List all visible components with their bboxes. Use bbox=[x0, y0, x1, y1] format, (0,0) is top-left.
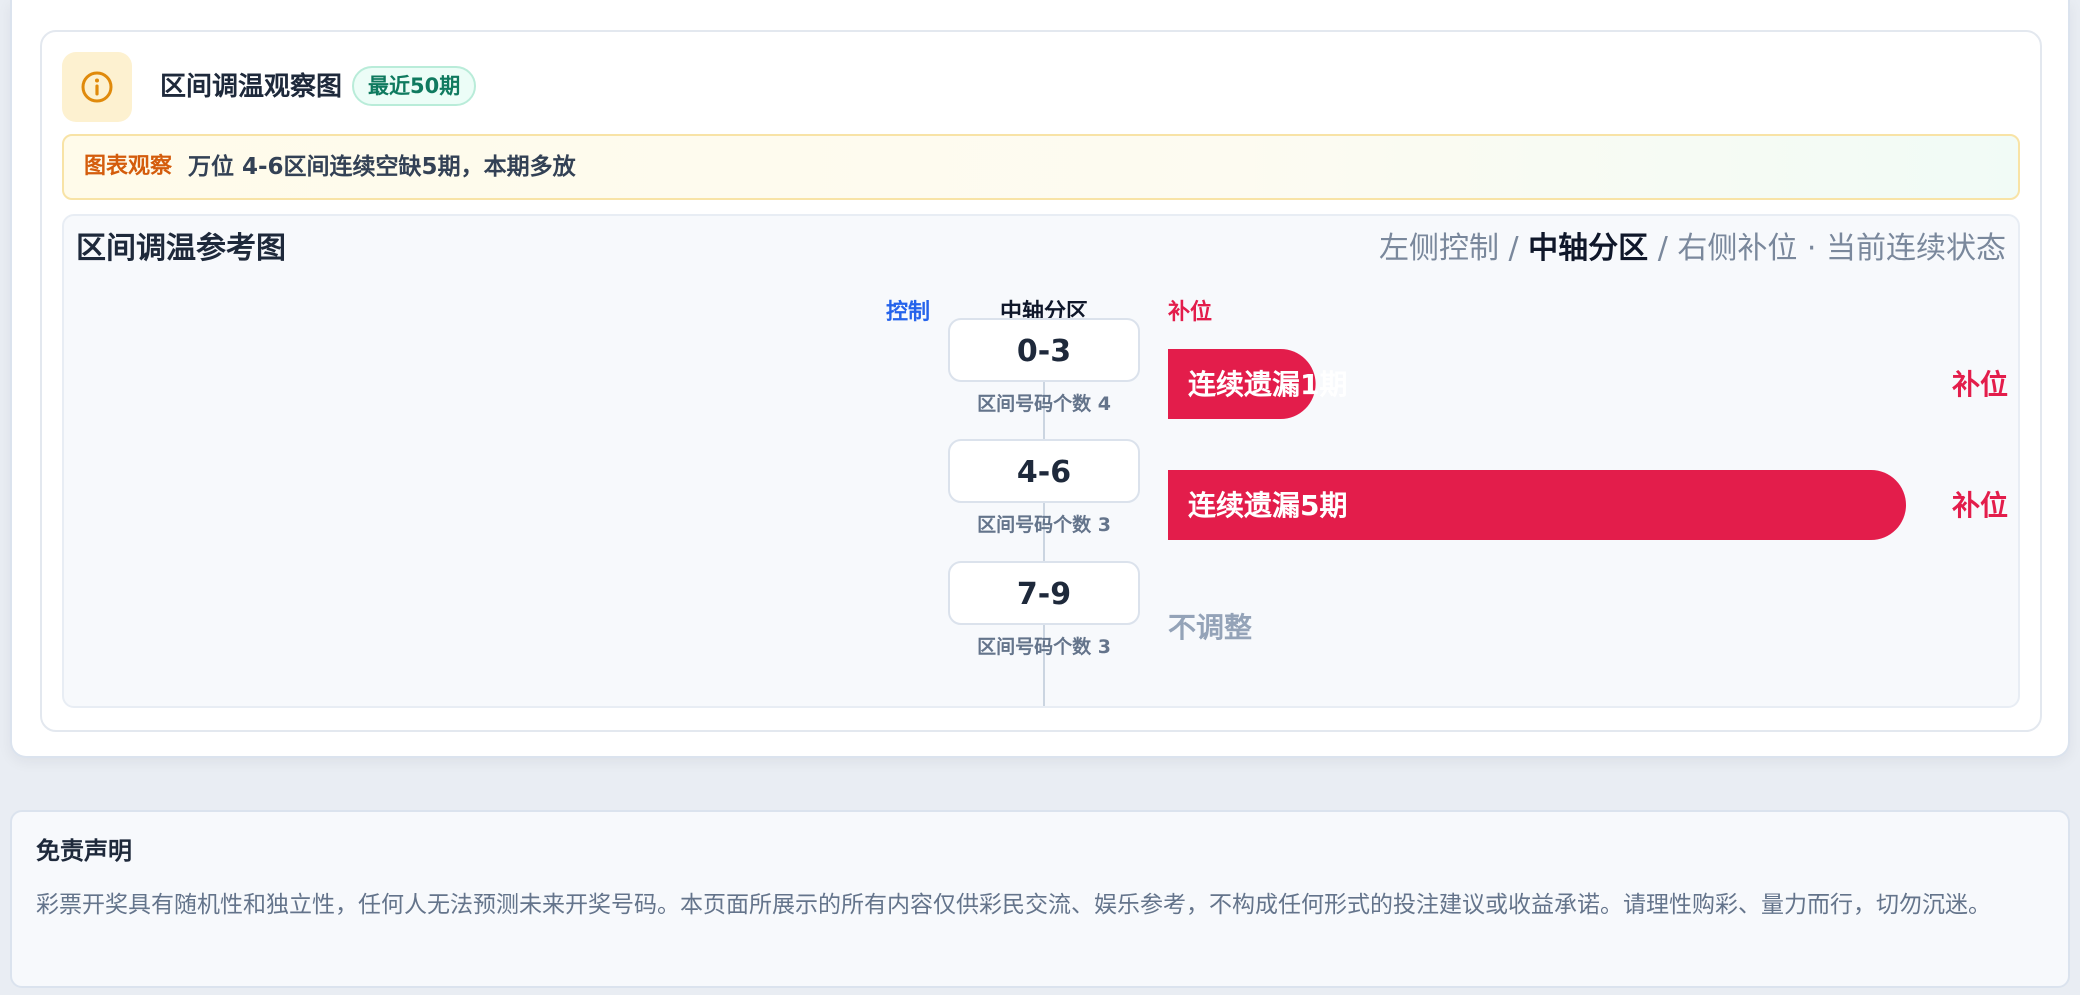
period-badge: 最近50期 bbox=[352, 66, 477, 106]
bar-label: 连续遗漏5期 bbox=[1188, 489, 1347, 522]
chart-card: 区间调温观察图 最近50期 图表观察 万位 4-6区间连续空缺5期，本期多放 区… bbox=[40, 30, 2042, 732]
info-icon bbox=[81, 71, 113, 103]
observation-label: 图表观察 bbox=[84, 154, 173, 179]
observation-banner: 图表观察 万位 4-6区间连续空缺5期，本期多放 bbox=[62, 134, 2020, 200]
count-label: 区间号码个数 3 bbox=[977, 513, 1111, 536]
status-label: 补位 bbox=[1952, 489, 2008, 522]
status-label: 不调整 bbox=[1168, 611, 1252, 644]
disclaimer-text: 彩票开奖具有随机性和独立性，任何人无法预测未来开奖号码。本页面所展示的所有内容仅… bbox=[36, 892, 1991, 918]
disclaimer-title: 免责声明 bbox=[36, 837, 132, 865]
observation-text: 万位 4-6区间连续空缺5期，本期多放 bbox=[188, 154, 576, 180]
info-tile bbox=[62, 52, 132, 122]
chart-panel: 区间调温参考图 左侧控制 / 中轴分区 / 右侧补位 · 当前连续状态 控制 中轴… bbox=[62, 214, 2020, 708]
category-label: 0-3 bbox=[1017, 334, 1071, 369]
bar-label: 连续遗漏1期 bbox=[1188, 368, 1347, 401]
interval-chart: 控制 中轴分区 补位0-3区间号码个数 4连续遗漏1期 补位4-6区间号码个数 3连续… bbox=[886, 299, 2008, 706]
header-control: 控制 bbox=[886, 299, 930, 325]
disclaimer-card: 免责声明 彩票开奖具有随机性和独立性，任何人无法预测未来开奖号码。本页面所展示的… bbox=[10, 810, 2070, 988]
page-title: 区间调温观察图 bbox=[160, 72, 343, 102]
count-label: 区间号码个数 3 bbox=[977, 635, 1111, 658]
header-fill: 补位 bbox=[1167, 299, 1212, 325]
category-label: 7-9 bbox=[1017, 577, 1071, 612]
status-label: 补位 bbox=[1952, 368, 2008, 401]
category-label: 4-6 bbox=[1017, 455, 1071, 490]
count-label: 区间号码个数 4 bbox=[977, 392, 1111, 415]
main-card: 区间调温观察图 最近50期 图表观察 万位 4-6区间连续空缺5期，本期多放 区… bbox=[10, 0, 2070, 758]
